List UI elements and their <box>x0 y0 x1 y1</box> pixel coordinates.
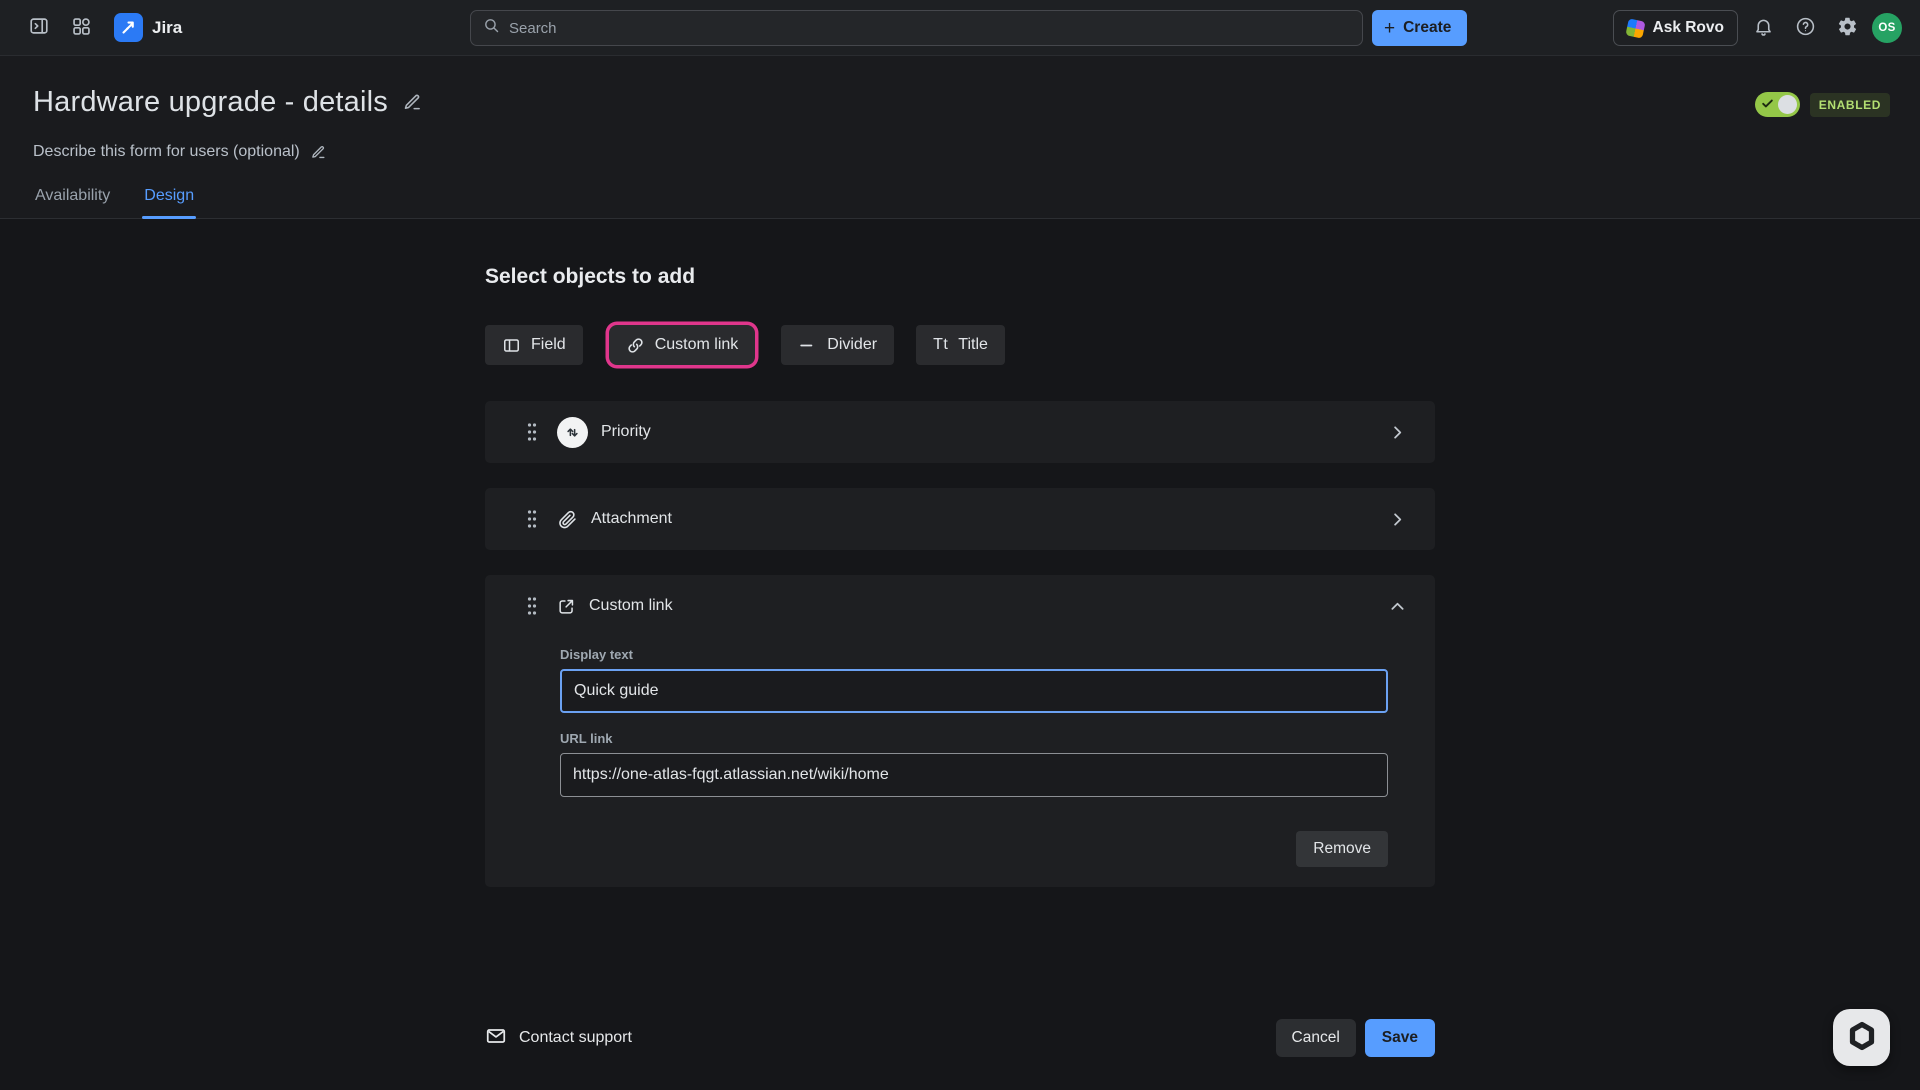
rovo-logo-icon <box>1625 18 1645 38</box>
form-tabs: Availability Design <box>0 183 1920 218</box>
notifications-button[interactable] <box>1746 11 1780 45</box>
external-link-icon <box>557 597 576 616</box>
item-label: Attachment <box>591 510 1388 528</box>
forms-widget-button[interactable] <box>1833 1009 1890 1066</box>
create-button[interactable]: + Create <box>1372 10 1467 46</box>
navbar-left-group: Jira <box>22 11 182 45</box>
cancel-button[interactable]: Cancel <box>1276 1019 1356 1057</box>
form-item-attachment: Attachment <box>485 488 1435 550</box>
add-divider-button[interactable]: Divider <box>781 325 894 365</box>
ask-rovo-label: Ask Rovo <box>1653 19 1725 37</box>
hexagon-logo-icon <box>1847 1021 1877 1054</box>
page-title: Hardware upgrade - details <box>33 86 388 119</box>
form-item-custom-link: Custom link Display text URL link Remove <box>485 575 1435 887</box>
toggle-knob <box>1778 95 1797 114</box>
form-item-priority: Priority <box>485 401 1435 463</box>
edit-title-icon[interactable] <box>402 92 423 113</box>
drag-handle-icon[interactable] <box>525 508 539 530</box>
object-button-group: Field Custom link <box>485 325 1435 365</box>
app-switcher-button[interactable] <box>64 11 98 45</box>
form-description-placeholder: Describe this form for users (optional) <box>33 143 300 161</box>
app-name: Jira <box>152 18 182 38</box>
ask-rovo-button[interactable]: Ask Rovo <box>1613 10 1739 46</box>
custom-link-form: Display text URL link Remove <box>485 637 1435 887</box>
global-search[interactable] <box>470 10 1363 46</box>
jira-form-designer-page: Jira + Create Ask Rovo <box>0 0 1920 1090</box>
sidebar-toggle-icon <box>28 15 50 40</box>
url-link-label: URL link <box>560 731 1388 746</box>
add-title-button[interactable]: Tt Title <box>916 325 1005 365</box>
tab-design[interactable]: Design <box>142 183 196 218</box>
help-icon <box>1795 16 1816 40</box>
navbar-right-group: Ask Rovo <box>1613 10 1903 46</box>
check-icon <box>1761 97 1774 113</box>
form-header: Hardware upgrade - details <box>0 56 1920 219</box>
item-label: Priority <box>601 423 1388 441</box>
mail-icon <box>485 1025 507 1052</box>
search-input[interactable] <box>509 20 1350 37</box>
chevron-right-icon[interactable] <box>1388 510 1407 529</box>
divider-icon <box>798 336 817 355</box>
settings-button[interactable] <box>1830 11 1864 45</box>
top-navbar: Jira + Create Ask Rovo <box>0 0 1920 56</box>
add-field-button[interactable]: Field <box>485 325 583 365</box>
url-link-input[interactable] <box>560 753 1388 797</box>
contact-support-label: Contact support <box>519 1029 632 1047</box>
bell-icon <box>1753 16 1774 40</box>
jira-logo-icon <box>114 13 143 42</box>
tab-availability[interactable]: Availability <box>33 183 112 218</box>
title-icon: Tt <box>933 336 948 354</box>
design-tab-content: Select objects to add Field <box>0 219 1920 1057</box>
field-icon <box>502 336 521 355</box>
priority-icon <box>557 417 588 448</box>
display-text-input[interactable] <box>560 669 1388 713</box>
save-button[interactable]: Save <box>1365 1019 1435 1057</box>
remove-button[interactable]: Remove <box>1296 831 1388 867</box>
attachment-icon <box>557 509 578 530</box>
gear-icon <box>1837 16 1858 40</box>
form-status-group: ENABLED <box>1755 92 1890 117</box>
priority-row-header[interactable]: Priority <box>485 401 1435 463</box>
add-divider-label: Divider <box>827 336 877 354</box>
section-heading: Select objects to add <box>485 265 1435 289</box>
add-custom-link-label: Custom link <box>655 336 739 354</box>
display-text-label: Display text <box>560 647 1388 662</box>
search-icon <box>483 17 500 39</box>
form-footer: Contact support Cancel Save <box>485 1019 1435 1057</box>
add-title-label: Title <box>958 336 988 354</box>
sidebar-toggle-button[interactable] <box>22 11 56 45</box>
custom-link-row-header[interactable]: Custom link <box>485 575 1435 637</box>
user-avatar[interactable]: OS <box>1872 13 1902 43</box>
add-custom-link-button[interactable]: Custom link <box>609 325 756 365</box>
help-button[interactable] <box>1788 11 1822 45</box>
item-label: Custom link <box>589 597 1388 615</box>
enabled-toggle[interactable] <box>1755 92 1800 117</box>
drag-handle-icon[interactable] <box>525 421 539 443</box>
drag-handle-icon[interactable] <box>525 595 539 617</box>
footer-actions: Cancel Save <box>1276 1019 1435 1057</box>
plus-icon: + <box>1384 19 1395 38</box>
link-icon <box>626 336 645 355</box>
app-switcher-icon <box>71 16 92 40</box>
chevron-right-icon[interactable] <box>1388 423 1407 442</box>
contact-support-link[interactable]: Contact support <box>485 1025 632 1052</box>
jira-brand[interactable]: Jira <box>114 13 182 42</box>
status-badge: ENABLED <box>1810 93 1890 117</box>
edit-description-icon[interactable] <box>310 144 327 161</box>
avatar-initials: OS <box>1878 22 1895 34</box>
create-button-label: Create <box>1403 19 1451 37</box>
chevron-up-icon[interactable] <box>1388 597 1407 616</box>
add-field-label: Field <box>531 336 566 354</box>
attachment-row-header[interactable]: Attachment <box>485 488 1435 550</box>
